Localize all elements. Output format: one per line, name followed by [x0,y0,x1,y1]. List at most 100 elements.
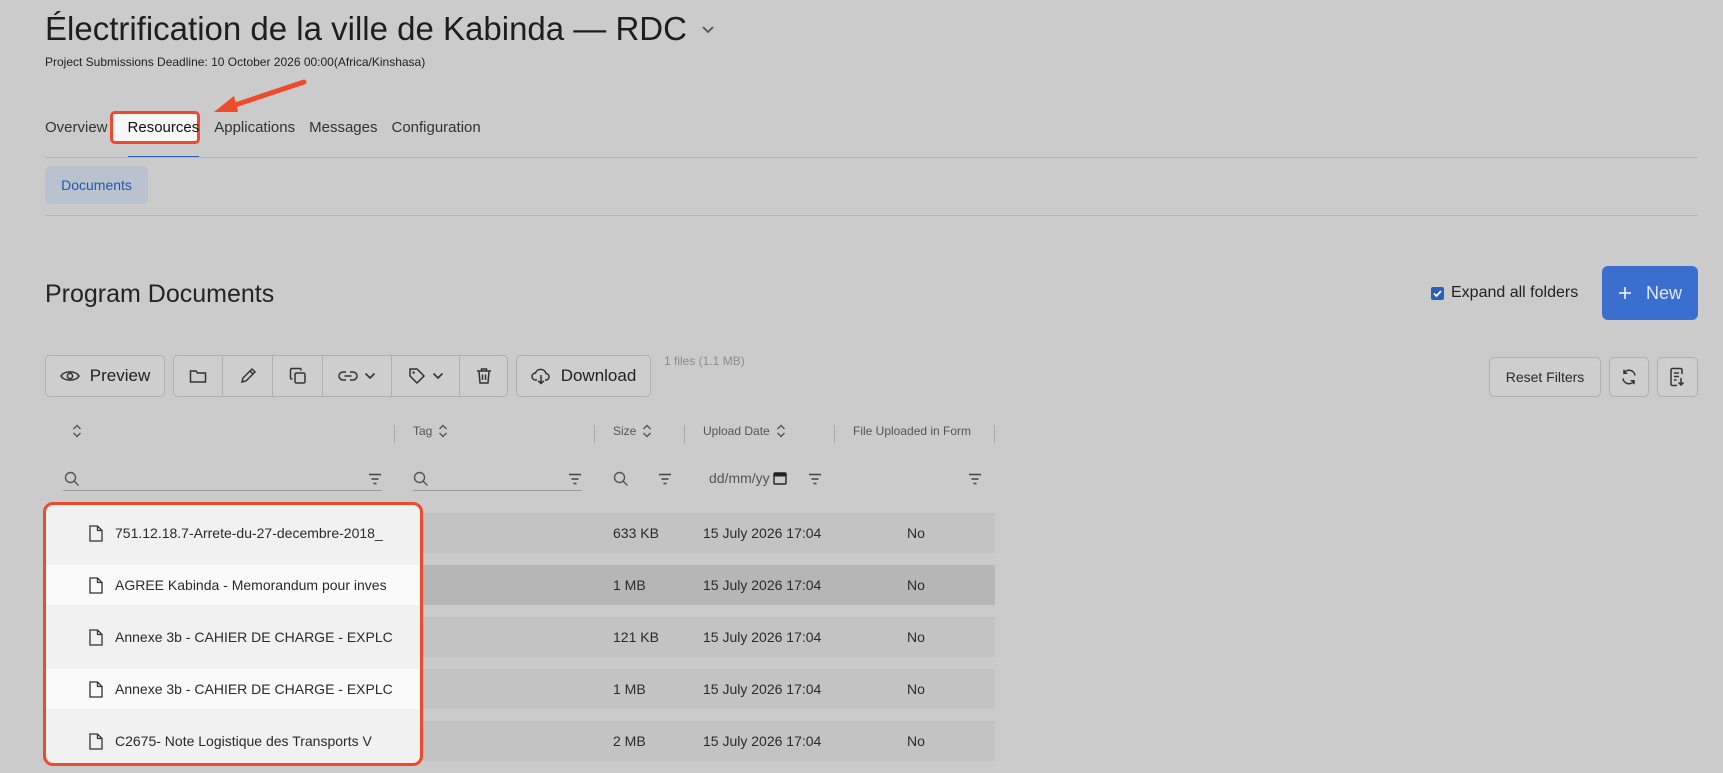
filter-icon[interactable] [808,473,822,485]
tab-overview[interactable]: Overview [45,115,115,145]
deadline-label: Project Submissions Deadline: [45,55,208,69]
upload-date-column-header[interactable]: Upload Date [703,424,786,438]
file-name-cell[interactable]: C2675- Note Logistique des Transports V [46,721,420,761]
tag-icon [408,368,425,385]
annotation-arrow-icon [214,79,307,112]
file-icon [89,628,103,646]
chevron-down-icon [432,372,443,380]
preview-button[interactable]: Preview [45,355,165,397]
expand-all-folders-toggle[interactable]: Expand all folders [1431,284,1578,302]
deadline-value: 10 October 2026 00:00(Africa/Kinshasa) [211,55,426,69]
name-filter-input[interactable] [82,466,362,490]
file-name: AGREE Kabinda - Memorandum pour inves [115,577,387,593]
tab-messages[interactable]: Messages [302,115,384,145]
trash-icon [476,368,491,384]
size-cell: 633 KB [613,525,659,541]
sort-icon[interactable] [776,424,786,438]
sort-icon[interactable] [72,424,82,438]
filter-icon[interactable] [658,473,672,485]
tab-resources[interactable]: Resources [115,115,208,158]
size-filter-input[interactable] [632,466,652,490]
section-title: Program Documents [45,280,275,308]
export-button[interactable] [1657,357,1698,397]
file-actions-group [173,355,508,397]
filter-icon[interactable] [968,473,982,485]
refresh-button[interactable] [1609,357,1649,397]
tab-applications[interactable]: Applications [207,115,302,145]
in-form-cell: No [907,681,925,697]
filter-icon[interactable] [368,473,382,485]
file-name-cell[interactable]: 751.12.18.7-Arrete-du-27-decembre-2018_ [46,513,420,553]
tabs-divider [45,157,1698,158]
file-name: C2675- Note Logistique des Transports V [115,733,372,749]
uploaded-in-form-column-header[interactable]: File Uploaded in Form [853,424,971,438]
deadline-text: Project Submissions Deadline: 10 October… [45,55,425,69]
eye-icon [59,371,80,381]
plus-icon [1618,287,1631,299]
files-count: 1 files (1.1 MB) [664,354,745,368]
delete-button[interactable] [460,356,507,396]
file-icon [89,732,103,750]
filter-icon[interactable] [568,473,582,485]
page-title[interactable]: Électrification de la ville de Kabinda —… [45,10,717,48]
download-button[interactable]: Download [516,355,651,397]
file-name: Annexe 3b - CAHIER DE CHARGE - EXPLC [115,681,393,697]
tab-label: Resources [127,119,200,136]
chevron-down-icon[interactable] [699,20,717,38]
file-name-cell[interactable]: Annexe 3b - CAHIER DE CHARGE - EXPLC [46,617,420,657]
tab-label: Configuration [391,119,481,136]
subtabs-divider [45,215,1698,216]
tag-dropdown-button[interactable] [392,356,460,396]
size-cell: 2 MB [613,733,646,749]
in-form-cell: No [907,733,925,749]
folder-icon [189,370,207,383]
column-separator [594,425,595,443]
sort-icon[interactable] [642,424,652,438]
date-placeholder: dd/mm/yy [709,470,770,486]
refresh-icon [1622,369,1636,385]
tag-column-header[interactable]: Tag [413,424,448,438]
name-column-header[interactable] [72,424,82,438]
file-name-cell[interactable]: AGREE Kabinda - Memorandum pour inves [46,565,420,605]
date-cell: 15 July 2026 17:04 [703,577,822,593]
tab-configuration[interactable]: Configuration [384,115,487,145]
tag-filter-input[interactable] [432,466,562,490]
copy-button[interactable] [273,356,323,396]
highlighted-file-names: 751.12.18.7-Arrete-du-27-decembre-2018_ … [43,502,423,766]
main-tabs: Overview Resources Applications Messages… [45,115,488,158]
size-cell: 121 KB [613,629,659,645]
name-filter-underline [63,490,382,491]
calendar-icon[interactable] [772,471,787,485]
in-form-cell: No [907,577,925,593]
file-name: 751.12.18.7-Arrete-du-27-decembre-2018_ [115,525,383,541]
checkbox-checked-icon[interactable] [1431,286,1444,300]
rename-button[interactable] [223,356,273,396]
copy-icon [289,367,306,384]
column-separator [994,425,995,443]
new-button[interactable]: New [1602,266,1698,320]
size-cell: 1 MB [613,681,646,697]
size-column-label: Size [613,424,637,438]
size-column-header[interactable]: Size [613,424,652,438]
move-folder-button[interactable] [174,356,223,396]
sort-icon[interactable] [438,424,448,438]
tag-filter-underline [413,490,582,491]
tag-column-label: Tag [413,424,433,438]
date-cell: 15 July 2026 17:04 [703,629,822,645]
expand-all-label: Expand all folders [1451,284,1579,301]
in-form-cell: No [907,525,925,541]
subtab-label: Documents [61,177,132,193]
size-cell: 1 MB [613,577,646,593]
tab-label: Overview [45,119,108,136]
download-label: Download [560,366,637,385]
link-dropdown-button[interactable] [323,356,392,396]
column-separator [394,425,395,443]
document-export-icon [1669,367,1684,387]
in-form-cell: No [907,629,925,645]
reset-filters-button[interactable]: Reset Filters [1489,357,1601,397]
upload-date-filter-input[interactable]: dd/mm/yy [709,470,787,486]
cloud-download-icon [530,368,550,385]
subtab-documents[interactable]: Documents [45,166,148,204]
file-name-cell[interactable]: Annexe 3b - CAHIER DE CHARGE - EXPLC [46,669,420,709]
column-separator [834,425,835,443]
